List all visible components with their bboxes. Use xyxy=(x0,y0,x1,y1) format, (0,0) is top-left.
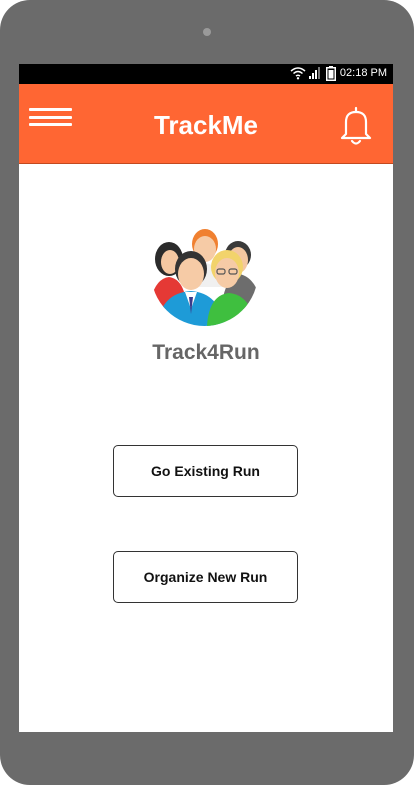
organize-new-run-button[interactable]: Organize New Run xyxy=(113,551,298,603)
logo-label: Track4Run xyxy=(152,341,260,364)
battery-icon xyxy=(326,66,336,81)
device-frame: 02:18 PM TrackMe Track4Run Go Existing R… xyxy=(0,0,414,785)
wifi-icon xyxy=(290,67,306,80)
app-bar: TrackMe xyxy=(19,84,393,164)
phone-screen: 02:18 PM TrackMe Track4Run Go Existing R… xyxy=(19,64,393,732)
camera-dot xyxy=(203,28,211,36)
go-existing-run-button[interactable]: Go Existing Run xyxy=(113,445,298,497)
signal-icon xyxy=(309,67,320,79)
bell-icon[interactable] xyxy=(337,106,375,146)
status-time: 02:18 PM xyxy=(339,67,387,79)
group-people-icon xyxy=(151,229,258,326)
status-bar: 02:18 PM xyxy=(19,64,393,84)
